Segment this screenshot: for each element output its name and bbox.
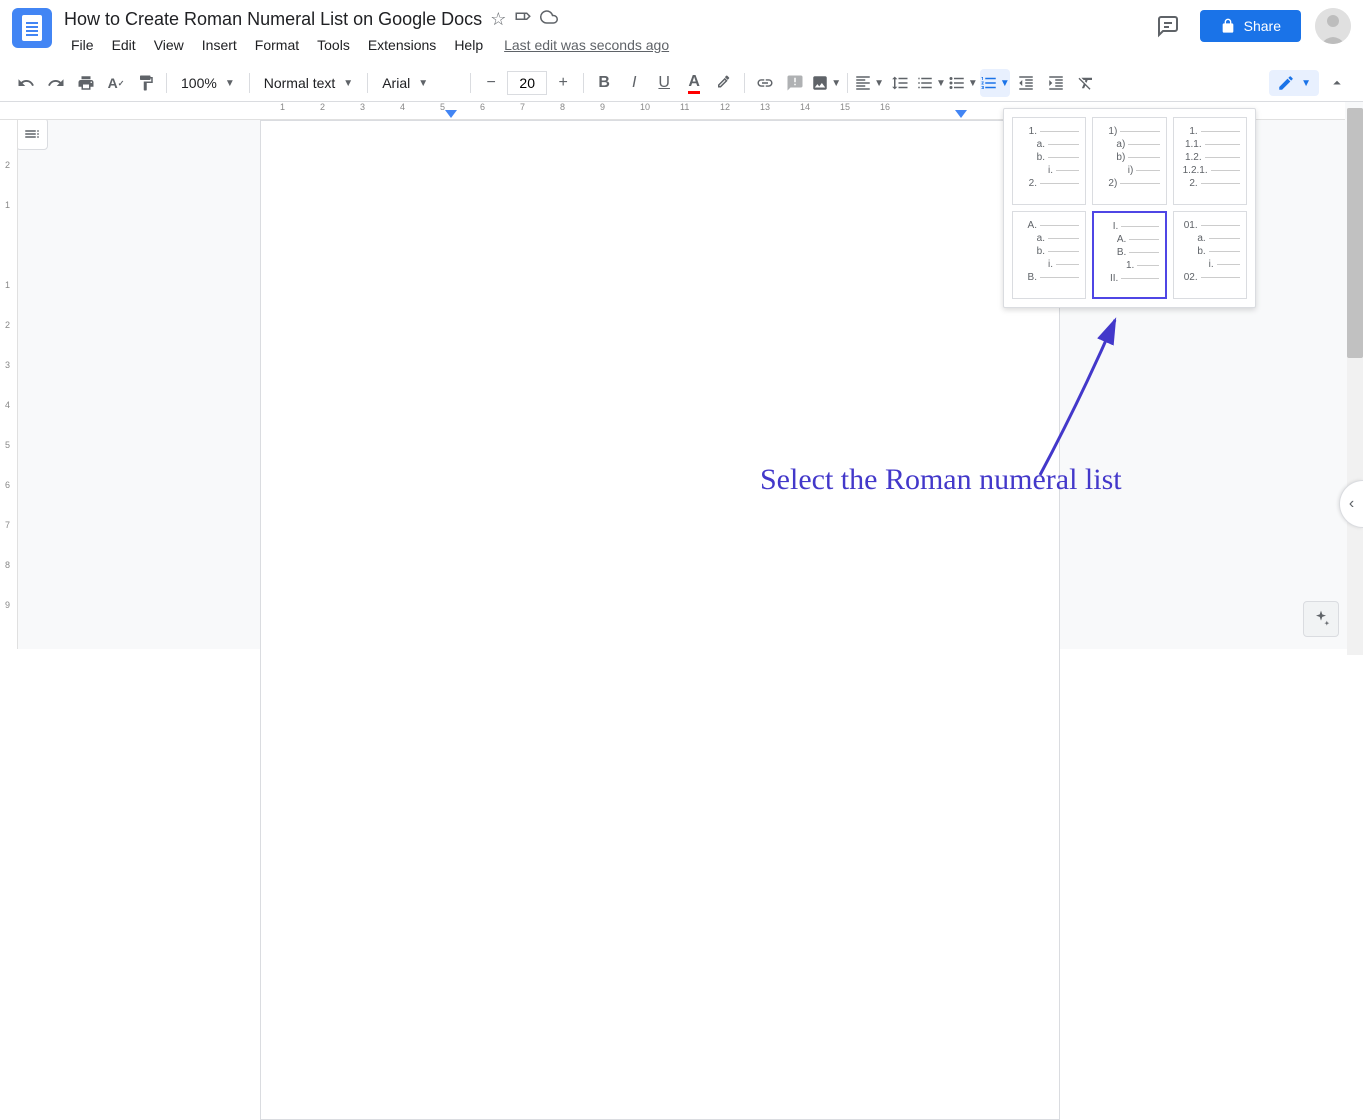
clear-formatting-button[interactable] bbox=[1072, 69, 1100, 97]
bullet-list-button[interactable]: ▼ bbox=[948, 69, 978, 97]
list-option-hierarchical[interactable]: 1. 1.1. 1.2. 1.2.1. 2. bbox=[1173, 117, 1247, 205]
font-size-input[interactable] bbox=[507, 71, 547, 95]
list-option-upper-alpha[interactable]: A. a. b. i. B. bbox=[1012, 211, 1086, 299]
comments-icon[interactable] bbox=[1150, 8, 1186, 44]
link-button[interactable] bbox=[751, 69, 779, 97]
list-option-decimal-paren[interactable]: 1) a) b) i) 2) bbox=[1092, 117, 1166, 205]
separator bbox=[367, 73, 368, 93]
move-icon[interactable] bbox=[514, 8, 532, 31]
list-option-decimal[interactable]: 1. a. b. i. 2. bbox=[1012, 117, 1086, 205]
menu-file[interactable]: File bbox=[64, 33, 101, 57]
separator bbox=[166, 73, 167, 93]
text-color-button[interactable]: A bbox=[680, 69, 708, 97]
separator bbox=[744, 73, 745, 93]
menu-help[interactable]: Help bbox=[447, 33, 490, 57]
line-spacing-button[interactable] bbox=[886, 69, 914, 97]
menu-insert[interactable]: Insert bbox=[195, 33, 244, 57]
bold-button[interactable]: B bbox=[590, 69, 618, 97]
document-container bbox=[260, 120, 1060, 1120]
separator bbox=[847, 73, 848, 93]
vertical-ruler[interactable]: 21123456789 bbox=[0, 120, 18, 649]
toolbar: A✓ 100%▼ Normal text▼ Arial▼ − + B I U A… bbox=[0, 65, 1363, 102]
font-size-decrease[interactable]: − bbox=[477, 69, 505, 97]
checklist-button[interactable]: ▼ bbox=[916, 69, 946, 97]
style-select[interactable]: Normal text▼ bbox=[256, 69, 361, 97]
explore-button[interactable] bbox=[1303, 601, 1339, 637]
font-select[interactable]: Arial▼ bbox=[374, 69, 464, 97]
annotation-text: Select the Roman numeral list bbox=[760, 463, 1122, 497]
numbered-list-popup: 1. a. b. i. 2. 1) a) b) i) 2) 1. 1.1. 1.… bbox=[1003, 108, 1256, 308]
spellcheck-button[interactable]: A✓ bbox=[102, 69, 130, 97]
last-edit-link[interactable]: Last edit was seconds ago bbox=[504, 37, 669, 53]
share-label: Share bbox=[1244, 18, 1281, 34]
separator bbox=[470, 73, 471, 93]
menu-extensions[interactable]: Extensions bbox=[361, 33, 443, 57]
annotation-arrow bbox=[1020, 310, 1140, 480]
redo-button[interactable] bbox=[42, 69, 70, 97]
image-button[interactable]: ▼ bbox=[811, 69, 841, 97]
scrollbar-thumb[interactable] bbox=[1347, 108, 1363, 358]
increase-indent-button[interactable] bbox=[1042, 69, 1070, 97]
docs-logo-icon[interactable] bbox=[12, 8, 52, 48]
document-title[interactable]: How to Create Roman Numeral List on Goog… bbox=[64, 9, 482, 30]
title-row: How to Create Roman Numeral List on Goog… bbox=[64, 8, 1150, 31]
list-option-zero-prefixed[interactable]: 01. a. b. i. 02. bbox=[1173, 211, 1247, 299]
italic-button[interactable]: I bbox=[620, 69, 648, 97]
document-page[interactable] bbox=[260, 120, 1060, 1120]
font-size-increase[interactable]: + bbox=[549, 69, 577, 97]
title-area: How to Create Roman Numeral List on Goog… bbox=[64, 8, 1150, 57]
separator bbox=[583, 73, 584, 93]
underline-button[interactable]: U bbox=[650, 69, 678, 97]
zoom-select[interactable]: 100%▼ bbox=[173, 69, 243, 97]
print-button[interactable] bbox=[72, 69, 100, 97]
header-right: Share bbox=[1150, 8, 1351, 44]
separator bbox=[249, 73, 250, 93]
decrease-indent-button[interactable] bbox=[1012, 69, 1040, 97]
menu-format[interactable]: Format bbox=[248, 33, 306, 57]
list-option-roman[interactable]: I. A. B. 1. II. bbox=[1092, 211, 1166, 299]
highlight-button[interactable] bbox=[710, 69, 738, 97]
align-button[interactable]: ▼ bbox=[854, 69, 884, 97]
header: How to Create Roman Numeral List on Goog… bbox=[0, 0, 1363, 57]
comment-button[interactable] bbox=[781, 69, 809, 97]
outline-button[interactable] bbox=[16, 118, 48, 150]
star-icon[interactable]: ☆ bbox=[490, 9, 506, 30]
vertical-scrollbar[interactable] bbox=[1347, 108, 1363, 655]
undo-button[interactable] bbox=[12, 69, 40, 97]
paint-format-button[interactable] bbox=[132, 69, 160, 97]
hide-menus-button[interactable] bbox=[1323, 69, 1351, 97]
menu-edit[interactable]: Edit bbox=[105, 33, 143, 57]
editing-mode-button[interactable]: ▼ bbox=[1269, 70, 1319, 96]
share-button[interactable]: Share bbox=[1200, 10, 1301, 42]
toolbar-right: ▼ bbox=[1269, 69, 1351, 97]
menu-bar: File Edit View Insert Format Tools Exten… bbox=[64, 33, 1150, 57]
cloud-icon[interactable] bbox=[540, 8, 558, 31]
menu-view[interactable]: View bbox=[147, 33, 191, 57]
user-avatar[interactable] bbox=[1315, 8, 1351, 44]
menu-tools[interactable]: Tools bbox=[310, 33, 357, 57]
numbered-list-button[interactable]: ▼ bbox=[980, 69, 1010, 97]
